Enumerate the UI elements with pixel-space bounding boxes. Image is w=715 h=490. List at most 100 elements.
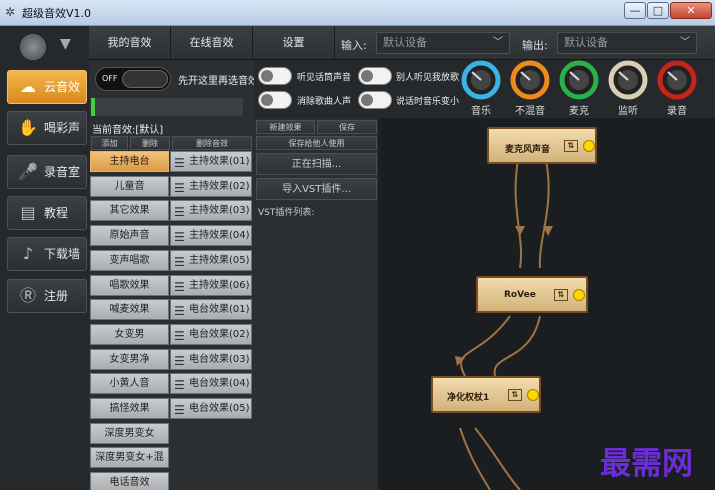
current-effect-label: 当前音效:[默认] xyxy=(92,125,164,136)
node-label: RoVee xyxy=(504,290,536,300)
output-label: 输出: xyxy=(522,39,548,52)
preset-item[interactable]: ☰ 电台效果(02) xyxy=(170,323,252,345)
book-icon: ▤ xyxy=(20,203,36,222)
close-button[interactable]: ✕ xyxy=(670,2,712,19)
preset-label: 电台效果(04) xyxy=(189,378,250,390)
chevron-down-icon: ﹀ xyxy=(493,37,503,48)
preset-stack-icon: ☰ xyxy=(174,254,185,269)
toggle-hear-mic[interactable] xyxy=(258,67,292,85)
group-item[interactable]: 深度男变女 xyxy=(90,422,169,444)
preset-label: 电台效果(01) xyxy=(189,304,250,316)
toggle-others-hear-music[interactable] xyxy=(358,67,392,85)
power-switch[interactable]: OFF xyxy=(95,67,171,91)
sidebar-item-downloads[interactable]: ♪ 下载墙 xyxy=(7,237,87,271)
node-status-dot[interactable] xyxy=(573,289,585,301)
delete-effect-button[interactable]: 删除音效 xyxy=(172,136,252,150)
volume-dial[interactable] xyxy=(510,60,550,100)
volume-meter-fill xyxy=(91,98,95,116)
group-item[interactable]: 女变男净 xyxy=(90,348,169,370)
maximize-button[interactable]: □ xyxy=(647,2,669,19)
toggle-knob xyxy=(261,94,273,106)
group-item[interactable]: 电话音效 xyxy=(90,472,169,490)
toggle-knob xyxy=(261,70,273,82)
effect-node-rovee[interactable]: RoVee ⇅ xyxy=(476,276,588,313)
group-item[interactable]: 喊麦效果 xyxy=(90,299,169,321)
sidebar-item-register[interactable]: Ⓡ 注册 xyxy=(7,279,87,313)
sidebar-item-cloud-effects[interactable]: ☁ 云音效 xyxy=(7,70,87,104)
sidebar-item-studio[interactable]: 🎤 录音室 xyxy=(7,155,87,189)
chevron-down-icon[interactable]: ▼ xyxy=(60,36,71,52)
preset-label: 电台效果(02) xyxy=(189,328,250,340)
avatar[interactable] xyxy=(20,34,46,60)
register-icon: Ⓡ xyxy=(19,286,36,305)
volume-dial[interactable] xyxy=(559,60,599,100)
preset-item[interactable]: ☰ 主持效果(01) xyxy=(170,151,252,172)
group-item[interactable]: 其它效果 xyxy=(90,200,169,222)
group-item[interactable]: 原始声音 xyxy=(90,225,169,247)
group-item[interactable]: 深度男变女+混响 xyxy=(90,447,169,483)
toggle-duck-music[interactable] xyxy=(358,91,392,109)
dial-label: 监听 xyxy=(618,106,638,117)
group-item[interactable]: 儿童音 xyxy=(90,175,169,197)
music-note-icon: ♪ xyxy=(22,244,34,263)
save-button[interactable]: 保存 xyxy=(317,120,377,134)
vst-list-label: VST插件列表: xyxy=(258,208,315,218)
preset-item[interactable]: ☰ 电台效果(05) xyxy=(170,398,252,419)
dial-label: 麦克 xyxy=(569,106,589,117)
save-for-others-button[interactable]: 保存给他人使用 xyxy=(256,136,377,150)
input-device-select[interactable]: 默认设备 ﹀ xyxy=(376,32,510,54)
group-item[interactable]: 变声唱歌 xyxy=(90,249,169,271)
group-item[interactable]: 搞怪效果 xyxy=(90,398,169,419)
preset-label: 主持效果(05) xyxy=(189,254,250,266)
preset-item[interactable]: ☰ 电台效果(03) xyxy=(170,348,252,370)
effect-node-mic[interactable]: 麦克风声音 ⇅ xyxy=(487,127,597,164)
input-label: 输入: xyxy=(341,39,367,52)
group-item[interactable]: 唱歌效果 xyxy=(90,274,169,296)
node-status-dot[interactable] xyxy=(583,140,595,152)
volume-dial[interactable] xyxy=(461,60,501,100)
preset-item[interactable]: ☰ 主持效果(05) xyxy=(170,249,252,271)
preset-stack-icon: ☰ xyxy=(174,205,185,220)
volume-dial[interactable] xyxy=(608,60,648,100)
new-effect-button[interactable]: 新建效果 xyxy=(256,120,315,134)
add-button[interactable]: 添加 xyxy=(91,136,128,150)
toggle-knob xyxy=(361,94,373,106)
preset-item[interactable]: ☰ 主持效果(04) xyxy=(170,225,252,247)
preset-item[interactable]: ☰ 电台效果(01) xyxy=(170,299,252,321)
group-item[interactable]: 小黄人音 xyxy=(90,373,169,395)
preset-item[interactable]: ☰ 主持效果(06) xyxy=(170,274,252,296)
output-device-value: 默认设备 xyxy=(564,36,608,49)
import-vst-button[interactable]: 导入VST插件... xyxy=(256,178,377,200)
output-device-select[interactable]: 默认设备 ﹀ xyxy=(557,32,697,54)
equalizer-icon[interactable]: ⇅ xyxy=(564,140,578,152)
preset-stack-icon: ☰ xyxy=(174,279,185,294)
preset-item[interactable]: ☰ 主持效果(03) xyxy=(170,200,252,222)
equalizer-icon[interactable]: ⇅ xyxy=(508,389,522,401)
option-hear-mic-label: 听见话筒声音 xyxy=(297,73,352,83)
group-item[interactable]: 女变男 xyxy=(90,323,169,345)
tab-my-effects[interactable]: 我的音效 xyxy=(89,26,171,59)
scanning-button[interactable]: 正在扫描... xyxy=(256,153,377,175)
delete-button[interactable]: 删除 xyxy=(130,136,170,150)
preset-item[interactable]: ☰ 电台效果(04) xyxy=(170,373,252,395)
node-label: 麦克风声音 xyxy=(505,145,551,155)
preset-stack-icon: ☰ xyxy=(174,378,185,393)
preset-label: 电台效果(05) xyxy=(189,403,250,414)
chevron-down-icon: ﹀ xyxy=(680,37,690,48)
sidebar-item-applause[interactable]: ✋ 喝彩声 xyxy=(7,111,87,145)
preset-item[interactable]: ☰ 主持效果(02) xyxy=(170,175,252,197)
sidebar-item-tutorial[interactable]: ▤ 教程 xyxy=(7,196,87,230)
toggle-remove-vocals[interactable] xyxy=(258,91,292,109)
minimize-button[interactable]: — xyxy=(624,2,646,19)
node-status-dot[interactable] xyxy=(527,389,539,401)
preset-label: 主持效果(06) xyxy=(189,279,250,291)
switch-state-label: OFF xyxy=(102,74,118,83)
group-item[interactable]: 主持电台 xyxy=(90,151,169,172)
equalizer-icon[interactable]: ⇅ xyxy=(554,289,568,301)
preset-stack-icon: ☰ xyxy=(174,230,185,245)
applause-icon: ✋ xyxy=(18,118,38,137)
effect-node-purify[interactable]: 净化权杖1 ⇅ xyxy=(431,376,541,413)
tab-online-effects[interactable]: 在线音效 xyxy=(171,26,253,59)
tab-settings[interactable]: 设置 xyxy=(253,26,335,59)
volume-dial[interactable] xyxy=(657,60,697,100)
